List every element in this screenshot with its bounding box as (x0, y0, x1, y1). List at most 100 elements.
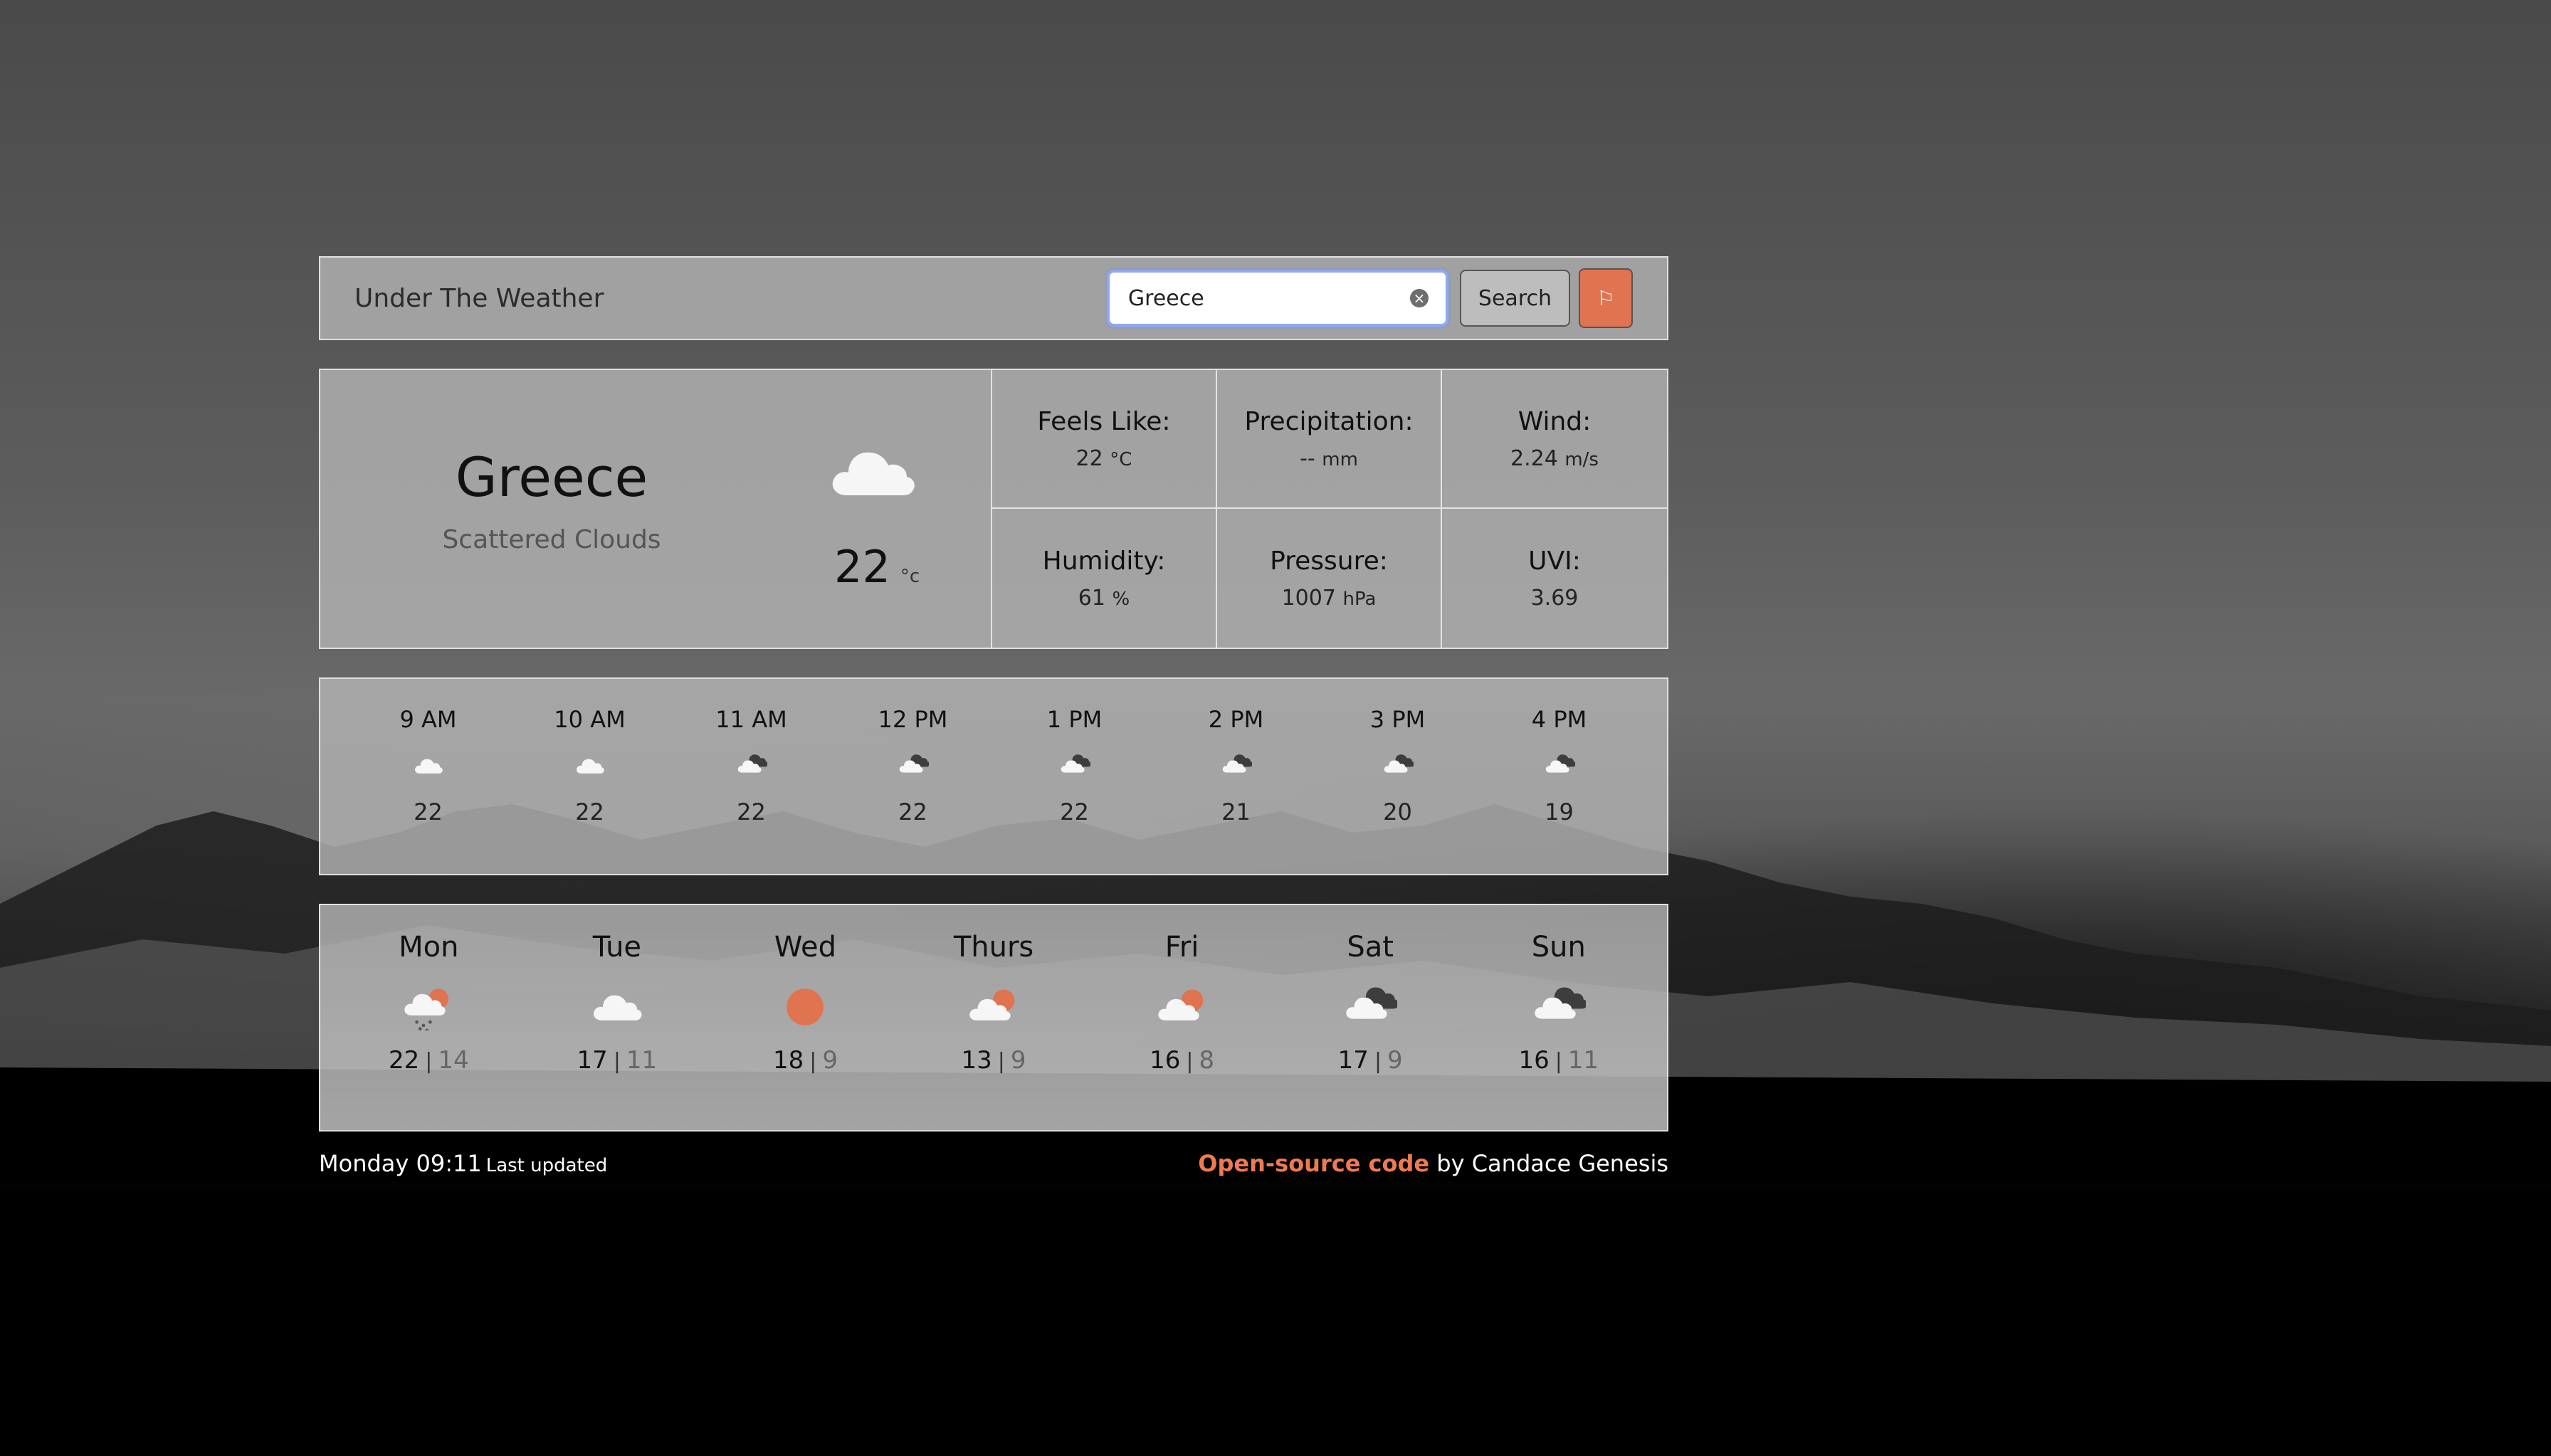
credit-text: by Candace Genesis (1436, 1150, 1668, 1177)
day-high: 16 (1518, 1046, 1550, 1075)
broken-clouds-icon (832, 754, 994, 780)
hour-item: 9 AM 22 (347, 679, 509, 874)
precipitation-label: Precipitation: (1244, 406, 1414, 436)
broken-clouds-icon (1478, 754, 1640, 780)
wind-label: Wind: (1518, 406, 1592, 436)
last-updated: Monday 09:11 Last updated (319, 1150, 607, 1177)
partly-cloudy-icon (1088, 983, 1276, 1033)
navbar: Under The Weather × Search ⚐ (319, 256, 1668, 340)
day-temps: 17 | 9 (1276, 1046, 1465, 1075)
day-name: Wed (774, 931, 837, 964)
details-grid: Feels Like: 22 °C Precipitation: -- mm W… (992, 370, 1667, 648)
feels-like-unit: °C (1110, 448, 1132, 470)
day-high: 17 (1337, 1046, 1369, 1075)
day-item: Sat 17 | 9 (1276, 905, 1465, 1130)
day-low: 9 (1387, 1046, 1403, 1075)
hour-item: 11 AM 22 (670, 679, 832, 874)
wind-value: 2.24 m/s (1510, 446, 1599, 471)
brand-title[interactable]: Under The Weather (354, 284, 1107, 313)
hour-time: 1 PM (1046, 706, 1103, 733)
credit: Open-source code by Candace Genesis (1198, 1150, 1668, 1177)
temp-separator: | (1186, 1049, 1194, 1074)
hour-temp: 22 (737, 798, 766, 825)
day-name: Thurs (953, 931, 1034, 964)
flag-button[interactable]: ⚐ (1579, 268, 1633, 328)
feels-like-cell: Feels Like: 22 °C (992, 370, 1217, 509)
feels-like-label: Feels Like: (1037, 406, 1171, 436)
broken-clouds-icon (1155, 754, 1317, 780)
updated-label: Last updated (485, 1155, 608, 1176)
hour-item: 2 PM 21 (1155, 679, 1317, 874)
cloud-icon (827, 438, 920, 502)
day-temps: 16 | 8 (1088, 1046, 1276, 1075)
day-item: Tue 17 | 11 (523, 905, 712, 1130)
feels-like-number: 22 (1075, 445, 1103, 471)
cloud-icon (347, 754, 509, 780)
wind-unit: m/s (1564, 448, 1599, 470)
humidity-unit: % (1112, 588, 1130, 610)
source-code-link[interactable]: Open-source code (1198, 1150, 1429, 1177)
humidity-number: 61 (1078, 585, 1105, 611)
hour-item: 1 PM 22 (994, 679, 1155, 874)
day-low: 9 (1010, 1046, 1026, 1075)
day-item: Wed 18 | 9 (711, 905, 900, 1130)
search-field[interactable]: × (1106, 270, 1448, 327)
broken-clouds-icon (670, 754, 832, 780)
day-temps: 17 | 11 (523, 1046, 712, 1075)
temperature-value: 22 (834, 541, 890, 593)
day-high: 13 (961, 1046, 992, 1075)
pressure-unit: hPa (1342, 588, 1377, 610)
day-high: 18 (772, 1046, 804, 1075)
day-name: Mon (399, 931, 459, 964)
hour-temp: 22 (1060, 798, 1089, 825)
hour-time: 9 AM (399, 706, 457, 733)
uvi-value: 3.69 (1530, 585, 1579, 611)
hour-temp: 21 (1221, 798, 1251, 825)
wind-number: 2.24 (1510, 445, 1558, 471)
broken-clouds-icon (1276, 983, 1465, 1033)
hour-time: 2 PM (1208, 706, 1264, 733)
day-high: 16 (1150, 1046, 1181, 1075)
hour-time: 4 PM (1531, 706, 1587, 733)
day-low: 11 (1567, 1046, 1599, 1075)
search-button[interactable]: Search (1459, 270, 1570, 327)
day-low: 14 (438, 1046, 469, 1075)
day-low: 11 (626, 1046, 658, 1075)
partly-cloudy-icon (900, 983, 1088, 1033)
daily-forecast: Mon 22 | 14 Tue 17 | 11 Wed 18 | 9 Thurs 13 | 9 Fri 16 | 8 S… (319, 904, 1668, 1131)
hour-time: 10 AM (554, 706, 626, 733)
broken-clouds-icon (1464, 983, 1653, 1033)
search-input[interactable] (1126, 285, 1410, 312)
weather-description: Scattered Clouds (442, 525, 661, 554)
day-name: Sun (1531, 931, 1586, 964)
uvi-cell: UVI: 3.69 (1442, 509, 1667, 648)
humidity-cell: Humidity: 61 % (992, 509, 1217, 648)
day-name: Sat (1347, 931, 1394, 964)
feels-like-value: 22 °C (1076, 446, 1132, 471)
precipitation-cell: Precipitation: -- mm (1217, 370, 1442, 509)
day-temps: 22 | 14 (335, 1046, 523, 1075)
current-summary: Greece Scattered Clouds 22 °c (320, 370, 992, 648)
day-item: Fri 16 | 8 (1088, 905, 1276, 1130)
hourly-forecast: 9 AM 22 10 AM 22 11 AM 22 12 PM 22 1 PM 22 2 PM 21 3… (319, 677, 1668, 875)
hour-temp: 20 (1383, 798, 1412, 825)
cloud-icon (523, 983, 712, 1033)
clear-icon[interactable]: × (1409, 289, 1429, 307)
day-item: Thurs 13 | 9 (900, 905, 1088, 1130)
day-item: Sun 16 | 11 (1464, 905, 1653, 1130)
flag-icon: ⚐ (1597, 286, 1615, 310)
broken-clouds-icon (994, 754, 1155, 780)
pressure-label: Pressure: (1270, 546, 1388, 576)
hour-item: 3 PM 20 (1317, 679, 1478, 874)
wind-cell: Wind: 2.24 m/s (1442, 370, 1667, 509)
hour-time: 3 PM (1369, 706, 1426, 733)
current-weather-panel: Greece Scattered Clouds 22 °c Feels Like:… (319, 369, 1668, 649)
temp-separator: | (425, 1049, 433, 1074)
day-temps: 18 | 9 (711, 1046, 900, 1075)
uvi-label: UVI: (1528, 546, 1581, 576)
temp-separator: | (1374, 1049, 1382, 1074)
temp-separator: | (809, 1049, 817, 1074)
day-temps: 16 | 11 (1464, 1046, 1653, 1075)
broken-clouds-icon (1317, 754, 1478, 780)
humidity-value: 61 % (1078, 586, 1130, 611)
